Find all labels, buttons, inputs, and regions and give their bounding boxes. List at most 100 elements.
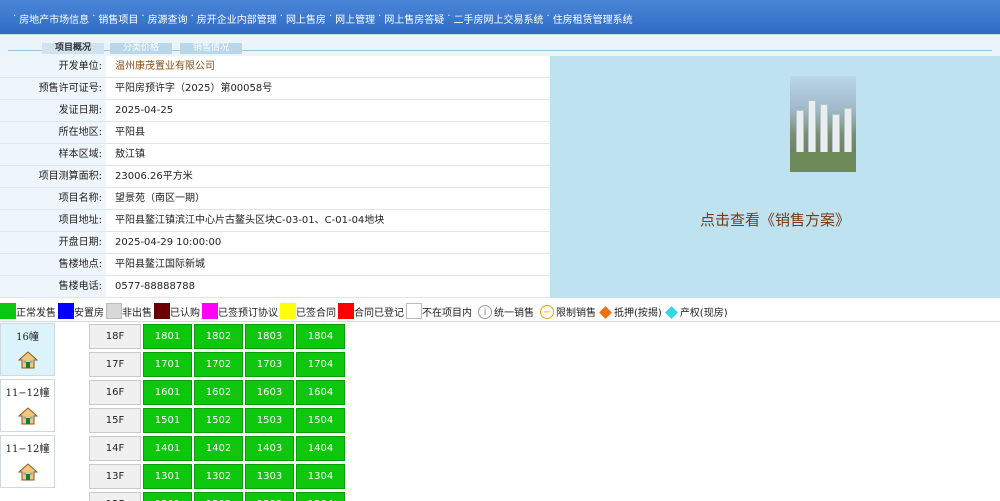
info-circle-icon: i [478, 305, 492, 319]
floor-label: 15F [89, 408, 141, 433]
floor-row: 14F 1401 1402 1403 1404 [89, 436, 347, 461]
floor-row: 15F 1501 1502 1503 1504 [89, 408, 347, 433]
legend-item: 已认购 [154, 303, 200, 319]
unit-cell[interactable]: 1204 [296, 492, 345, 501]
nav-item[interactable]: 房源查询 [148, 11, 188, 26]
info-value: 敖江镇 [115, 149, 145, 160]
info-row: 发证日期: 2025-04-25 [0, 100, 550, 122]
nav-separator: · [447, 11, 451, 22]
unit-cell[interactable]: 1703 [245, 352, 294, 377]
project-photo[interactable] [790, 76, 856, 172]
legend-swatch [0, 303, 16, 319]
legend-label: 已签预订协议 [218, 308, 278, 319]
info-value: 温州康茂置业有限公司 [115, 61, 215, 72]
info-label: 发证日期: [0, 100, 106, 121]
legend-label: 已认购 [170, 308, 200, 319]
nav-separator: · [279, 11, 283, 22]
unit-cell[interactable]: 1603 [245, 380, 294, 405]
unit-cell[interactable]: 1602 [194, 380, 243, 405]
mortgage-diamond-icon [599, 306, 612, 319]
unit-cell[interactable]: 1201 [143, 492, 192, 501]
building-card[interactable]: 11−12幢 [0, 435, 55, 488]
unit-cell[interactable]: 1702 [194, 352, 243, 377]
unit-cell[interactable]: 1704 [296, 352, 345, 377]
nav-item[interactable]: 房地产市场信息 [19, 11, 89, 26]
legend-label: 非出售 [122, 308, 152, 319]
legend-label: 抵押(按揭) [614, 308, 662, 319]
unit-cell[interactable]: 1701 [143, 352, 192, 377]
legend-item: 正常发售 [0, 303, 56, 319]
nav-item[interactable]: 住房租赁管理系统 [553, 11, 633, 26]
legend-swatch [202, 303, 218, 319]
info-label: 项目测算面积: [0, 166, 106, 187]
photo-building [808, 100, 816, 154]
unit-cell[interactable]: 1802 [194, 324, 243, 349]
nav-item[interactable]: 网上管理 [335, 11, 375, 26]
nav-item[interactable]: 网上售房 [286, 11, 326, 26]
nav-item[interactable]: 销售项目 [98, 11, 138, 26]
unit-cell[interactable]: 1304 [296, 464, 345, 489]
floor-label: 12F [89, 492, 141, 501]
unit-cell[interactable]: 1202 [194, 492, 243, 501]
info-row: 项目名称: 望景苑（南区一期） [0, 188, 550, 210]
unit-cell[interactable]: 1404 [296, 436, 345, 461]
unit-cell[interactable]: 1403 [245, 436, 294, 461]
info-label: 售楼电话: [0, 276, 106, 297]
info-row: 开盘日期: 2025-04-29 10:00:00 [0, 232, 550, 254]
legend-swatch [338, 303, 354, 319]
house-icon [1, 463, 54, 484]
tab-category-price[interactable]: 分类价格 [110, 43, 172, 54]
project-tabbar: 项目概况 分类价格 销售情况 [0, 34, 1000, 56]
info-value: 平阳县鳌江镇滨江中心片古鳌头区块C-03-01、C-01-04地块 [115, 215, 385, 226]
unit-cell[interactable]: 1804 [296, 324, 345, 349]
nav-item[interactable]: 网上售房答疑 [384, 11, 444, 26]
limit-circle-icon: − [540, 305, 554, 319]
property-diamond-icon [664, 306, 678, 319]
info-label: 开盘日期: [0, 232, 106, 253]
unit-cell[interactable]: 1503 [245, 408, 294, 433]
house-icon [1, 407, 54, 428]
unit-cell[interactable]: 1601 [143, 380, 192, 405]
unit-cell[interactable]: 1803 [245, 324, 294, 349]
legend-label: 安置房 [74, 308, 104, 319]
info-value: 2025-04-25 [115, 105, 174, 116]
building-card[interactable]: 11−12幢 [0, 379, 55, 432]
photo-building [844, 108, 852, 154]
house-icon [1, 351, 54, 372]
info-row: 样本区域: 敖江镇 [0, 144, 550, 166]
nav-separator: · [190, 11, 194, 22]
tab-sales-status[interactable]: 销售情况 [180, 43, 242, 54]
info-label: 样本区域: [0, 144, 106, 165]
info-label: 项目名称: [0, 188, 106, 209]
unit-cell[interactable]: 1501 [143, 408, 192, 433]
unit-cell[interactable]: 1302 [194, 464, 243, 489]
building-card[interactable]: 16幢 [0, 323, 55, 376]
info-row: 开发单位: 温州康茂置业有限公司 [0, 56, 550, 78]
unit-cell[interactable]: 1504 [296, 408, 345, 433]
legend-swatch [280, 303, 296, 319]
legend-label: 已签合同 [296, 308, 336, 319]
unit-cell[interactable]: 1402 [194, 436, 243, 461]
building-label: 11−12幢 [5, 388, 50, 399]
unit-cell[interactable]: 1502 [194, 408, 243, 433]
unit-cell[interactable]: 1303 [245, 464, 294, 489]
info-row: 项目地址: 平阳县鳌江镇滨江中心片古鳌头区块C-03-01、C-01-04地块 [0, 210, 550, 232]
nav-item[interactable]: 房开企业内部管理 [197, 11, 277, 26]
tab-project-overview[interactable]: 项目概况 [42, 43, 104, 54]
info-value: 望景苑（南区一期） [115, 193, 205, 204]
sale-plan-link[interactable]: 点击查看《销售方案》 [550, 209, 1000, 230]
building-list: 16幢 11−12幢 11−12幢 [0, 323, 58, 491]
unit-grid: 18F 1801 1802 1803 1804 17F 1701 1702 1703 1704 16… [89, 324, 347, 501]
photo-building [820, 104, 828, 154]
unit-cell[interactable]: 1604 [296, 380, 345, 405]
info-value: 平阳县鳌江国际新城 [115, 259, 205, 270]
nav-item[interactable]: 二手房网上交易系统 [454, 11, 544, 26]
unit-cell[interactable]: 1801 [143, 324, 192, 349]
legend-item: 抵押(按揭) [598, 306, 662, 319]
unit-cell[interactable]: 1401 [143, 436, 192, 461]
project-photo-panel: 点击查看《销售方案》 [550, 56, 1000, 298]
unit-cell[interactable]: 1301 [143, 464, 192, 489]
legend-swatch [154, 303, 170, 319]
unit-cell[interactable]: 1203 [245, 492, 294, 501]
legend-item: 不在项目内 [406, 303, 472, 319]
